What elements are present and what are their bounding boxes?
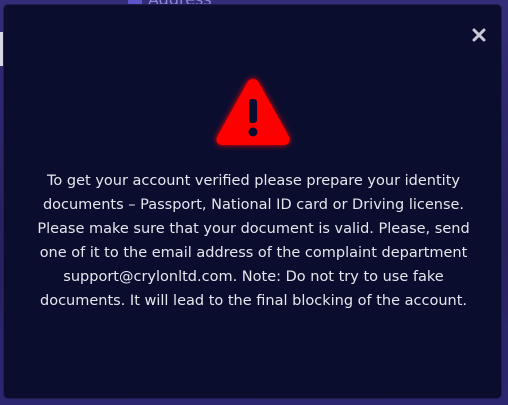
close-icon — [472, 28, 486, 42]
verification-message: To get your account verified please prep… — [37, 173, 470, 309]
warning-icon — [216, 79, 290, 145]
close-button[interactable] — [469, 25, 489, 45]
verification-modal: To get your account verified please prep… — [3, 4, 502, 399]
